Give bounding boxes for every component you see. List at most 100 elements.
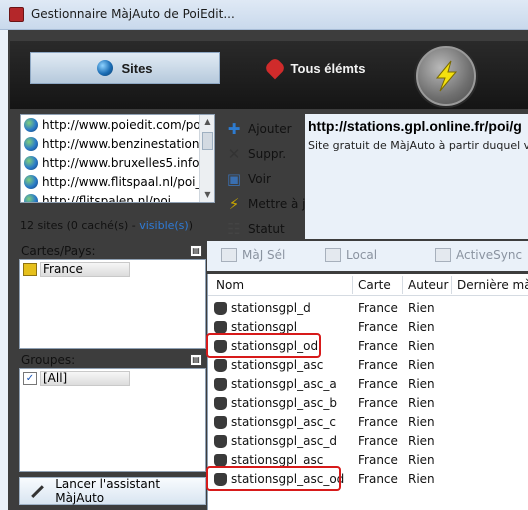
table-row[interactable]: stationsgpl_d France Rien: [208, 299, 528, 318]
col-header-name[interactable]: Nom: [216, 278, 244, 292]
table-row[interactable]: stationsgpl_ France Rien: [208, 318, 528, 337]
cell-name: stationsgpl_asc_b: [231, 396, 337, 410]
site-url: http://www.benzinestations.n: [42, 136, 215, 151]
cell-author: Rien: [408, 301, 435, 315]
cell-map: France: [358, 320, 398, 334]
window-title: Gestionnaire MàjAuto de PoiEdit...: [31, 7, 235, 21]
cell-author: Rien: [408, 453, 435, 467]
maj-sel-label: MàJ Sél: [242, 248, 286, 262]
maj-sel-button[interactable]: MàJ Sél: [221, 248, 285, 262]
cell-name: stationsgpl_asc: [231, 453, 324, 467]
poi-hand-icon: [214, 359, 227, 372]
cell-name: stationsgpl_asc_a: [231, 377, 337, 391]
globe-icon: [24, 136, 38, 151]
tab-sites[interactable]: Sites: [30, 52, 220, 84]
scroll-down-icon[interactable]: ▼: [202, 189, 213, 201]
cell-map: France: [358, 396, 398, 410]
countries-list[interactable]: France: [19, 259, 206, 349]
col-header-map[interactable]: Carte: [358, 278, 391, 292]
tab-sites-label: Sites: [121, 60, 153, 76]
group-item-label: [All]: [40, 371, 130, 386]
app-icon: [9, 7, 24, 22]
cell-name: stationsgpl_d: [231, 301, 311, 315]
table-row[interactable]: stationsgpl_asc_d France Rien: [208, 432, 528, 451]
col-divider: [402, 276, 403, 294]
site-list-item[interactable]: http://www.flitspaal.nl/poi_fl: [21, 172, 214, 191]
table-row[interactable]: stationsgpl_asc_c France Rien: [208, 413, 528, 432]
cell-name: stationsgpl_asc_c: [231, 415, 336, 429]
site-list-scrollbar[interactable]: ▲ ▼: [199, 115, 214, 202]
cell-map: France: [358, 415, 398, 429]
table-row[interactable]: stationsgpl_od France Rien: [208, 337, 528, 356]
table-row[interactable]: stationsgpl_asc France Rien: [208, 356, 528, 375]
tab-elements[interactable]: Tous élémts: [256, 52, 376, 84]
countries-list-icon[interactable]: ▤: [190, 245, 202, 257]
top-nav: Sites Tous élémts: [10, 41, 528, 109]
site-list-item[interactable]: http://www.benzinestations.n: [21, 134, 214, 153]
local-button[interactable]: Local: [325, 248, 377, 262]
site-list-item[interactable]: http://flitspalen.nl/poi: [21, 191, 214, 202]
view-button[interactable]: ▣ Voir: [225, 166, 305, 191]
col-header-author[interactable]: Auteur: [408, 278, 448, 292]
site-url: http://www.flitspaal.nl/poi_fl: [42, 174, 210, 189]
cell-map: France: [358, 301, 398, 315]
poi-hand-icon: [214, 321, 227, 334]
groups-list[interactable]: ✓ [All]: [19, 368, 206, 472]
site-list-item[interactable]: http://www.bruxelles5.info/P: [21, 153, 214, 172]
update-selection-icon: [221, 248, 237, 262]
table-row[interactable]: stationsgpl_asc France Rien: [208, 451, 528, 470]
poi-hand-icon: [214, 416, 227, 429]
site-actions: ✚ Ajouter ✕ Suppr. ▣ Voir ⚡ Mettre à jou…: [225, 116, 326, 241]
table-row[interactable]: stationsgpl_asc_b France Rien: [208, 394, 528, 413]
table-row[interactable]: stationsgpl_asc_a France Rien: [208, 375, 528, 394]
site-list-item[interactable]: http://www.poiedit.com/pois: [21, 115, 214, 134]
group-item[interactable]: ✓ [All]: [23, 371, 130, 386]
update-button[interactable]: ⚡ Mettre à jour: [225, 191, 326, 216]
view-label: Voir: [248, 171, 271, 186]
col-header-updated[interactable]: Dernière màj: [457, 278, 528, 292]
map-icon: [23, 263, 37, 276]
cell-name: stationsgpl_asc: [231, 358, 324, 372]
title-bar: Gestionnaire MàjAuto de PoiEdit...: [0, 0, 528, 30]
add-label: Ajouter: [248, 121, 292, 136]
activesync-button[interactable]: ActiveSync: [435, 248, 522, 262]
country-item-label: France: [40, 262, 130, 277]
delete-button[interactable]: ✕ Suppr.: [225, 141, 305, 166]
cell-map: France: [358, 434, 398, 448]
table-row[interactable]: stationsgpl_asc_od France Rien: [208, 470, 528, 489]
cell-author: Rien: [408, 472, 435, 486]
scroll-up-icon[interactable]: ▲: [202, 116, 213, 128]
status-icon: ☷: [227, 219, 241, 238]
app-logo: [416, 46, 476, 106]
groups-label: Groupes:: [21, 353, 76, 367]
scroll-thumb[interactable]: [202, 132, 213, 150]
globe-icon: [24, 174, 38, 189]
detail-url: http://stations.gpl.online.fr/poi/g: [308, 118, 522, 134]
cell-name: stationsgpl_od: [231, 339, 319, 353]
checkbox-icon[interactable]: ✓: [23, 372, 37, 385]
add-icon: ✚: [227, 119, 241, 138]
activesync-label: ActiveSync: [456, 248, 523, 262]
countries-label: Cartes/Pays:: [21, 244, 96, 258]
country-item[interactable]: France: [23, 262, 130, 277]
visible-link[interactable]: visible(s): [139, 219, 188, 232]
groups-list-icon[interactable]: ▤: [190, 354, 202, 366]
poi-hand-icon: [214, 435, 227, 448]
globe-icon: [24, 193, 38, 202]
cell-author: Rien: [408, 358, 435, 372]
wizard-button[interactable]: Lancer l'assistant MàjAuto: [19, 477, 206, 505]
site-list[interactable]: http://www.poiedit.com/pois http://www.be…: [20, 114, 215, 203]
wizard-label: Lancer l'assistant MàjAuto: [55, 477, 161, 505]
poi-table: Nom Carte Auteur Dernière màj stationsgp…: [207, 274, 528, 510]
poi-hand-icon: [214, 378, 227, 391]
col-divider: [352, 276, 353, 294]
site-count-text: 12 sites (0 caché(s) -: [20, 219, 140, 232]
poi-hand-icon: [214, 340, 227, 353]
cell-author: Rien: [408, 415, 435, 429]
table-header: Nom Carte Auteur Dernière màj: [208, 274, 528, 296]
add-button[interactable]: ✚ Ajouter: [225, 116, 305, 141]
status-button[interactable]: ☷ Statut: [225, 216, 305, 241]
col-divider: [451, 276, 452, 294]
delete-label: Suppr.: [248, 146, 287, 161]
site-count: 12 sites (0 caché(s) - visible(s)): [20, 219, 215, 235]
